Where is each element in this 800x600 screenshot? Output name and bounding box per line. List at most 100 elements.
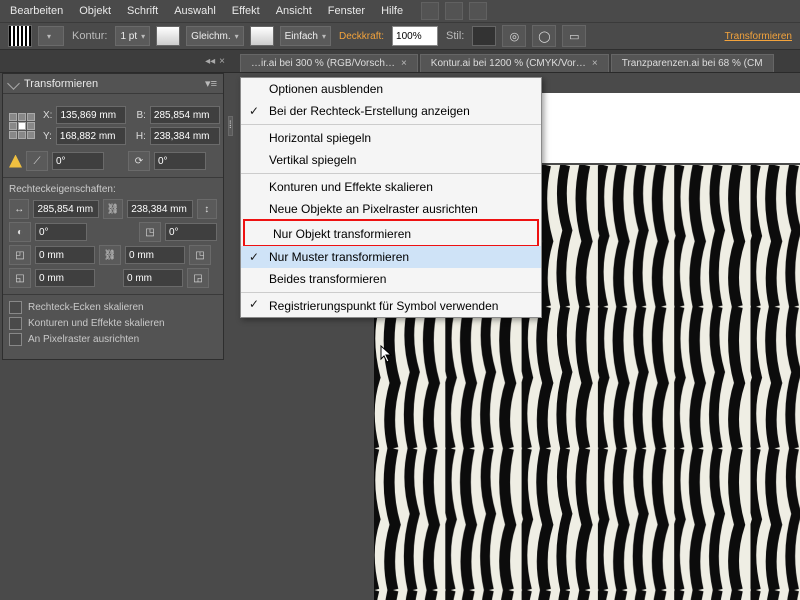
tab-doc-1[interactable]: …ir.ai bei 300 % (RGB/Vorsch… × xyxy=(240,54,418,72)
workspace-icons xyxy=(421,2,487,20)
corner-type-icon[interactable]: ◳ xyxy=(139,222,161,242)
menu-label: Registrierungspunkt für Symbol verwenden xyxy=(269,299,498,313)
constrain-proportions-icon[interactable]: ⁞ xyxy=(228,116,233,136)
stroke-width[interactable]: 1 pt xyxy=(115,26,150,46)
arrange-icon[interactable] xyxy=(445,2,463,20)
bridge-icon[interactable] xyxy=(421,2,439,20)
mouse-cursor-icon xyxy=(380,345,394,363)
opt-pixel-align[interactable]: An Pixelraster ausrichten xyxy=(9,333,217,346)
mi-scale-strokes[interactable]: Konturen und Effekte skalieren xyxy=(241,173,541,198)
transform-link[interactable]: Transformieren xyxy=(725,31,792,42)
check-icon: ✓ xyxy=(249,250,259,264)
check-icon: ✓ xyxy=(249,297,259,311)
menu-label: Konturen und Effekte skalieren xyxy=(269,180,433,194)
mi-flip-v[interactable]: Vertikal spiegeln xyxy=(241,149,541,171)
mi-flip-h[interactable]: Horizontal spiegeln xyxy=(241,124,541,149)
shear-field[interactable]: 0° xyxy=(52,152,104,170)
menu-hilfe[interactable]: Hilfe xyxy=(373,2,411,20)
align-icon[interactable]: ◎ xyxy=(502,25,526,47)
opacity-value[interactable]: 100% xyxy=(392,26,438,46)
x-field[interactable]: 135,869 mm xyxy=(56,106,126,124)
y-label: Y: xyxy=(43,131,52,142)
menu-label: Bei der Rechteck-Erstellung anzeigen xyxy=(269,104,470,118)
checkbox-label: An Pixelraster ausrichten xyxy=(28,334,139,345)
corner-bl-icon[interactable]: ◱ xyxy=(9,268,31,288)
transform-icon[interactable]: ▭ xyxy=(562,25,586,47)
menu-label: Beides transformieren xyxy=(269,272,386,286)
rect-angle-field[interactable]: 0° xyxy=(35,223,87,241)
mi-use-reg-point[interactable]: ✓ Registrierungspunkt für Symbol verwende… xyxy=(241,292,541,317)
style-swatch[interactable] xyxy=(472,26,496,46)
style-label: Stil: xyxy=(446,30,464,42)
menubar[interactable]: Bearbeiten Objekt Schrift Auswahl Effekt… xyxy=(0,0,800,23)
y-field[interactable]: 168,882 mm xyxy=(56,127,126,145)
menu-schrift[interactable]: Schrift xyxy=(119,2,166,20)
close-icon[interactable]: × xyxy=(592,58,598,69)
brush-swatch[interactable] xyxy=(156,26,180,46)
panel-collapse-icon[interactable]: ◂◂ xyxy=(205,56,215,72)
corner-br-field[interactable]: 0 mm xyxy=(123,269,183,287)
dash-profile-2[interactable]: Einfach xyxy=(280,26,331,46)
b-label: B: xyxy=(136,110,145,121)
opt-scale-strokes[interactable]: Konturen und Effekte skalieren xyxy=(9,317,217,330)
tab-label: …ir.ai bei 300 % (RGB/Vorsch… xyxy=(251,58,395,69)
menu-label: Neue Objekte an Pixelraster ausrichten xyxy=(269,202,478,216)
checkbox-label: Rechteck-Ecken skalieren xyxy=(28,302,144,313)
tab-doc-2[interactable]: Kontur.ai bei 1200 % (CMYK/Vor… × xyxy=(420,54,609,72)
corner-br-icon[interactable]: ◲ xyxy=(187,268,209,288)
checkbox-label: Konturen und Effekte skalieren xyxy=(28,318,165,329)
rect-props-header: Rechteckeigenschaften: xyxy=(9,184,217,195)
corner-tr-field[interactable]: 0 mm xyxy=(125,246,185,264)
shear-icon: ⟋ xyxy=(26,151,48,171)
menu-label: Optionen ausblenden xyxy=(269,82,383,96)
panel-flyout-icon[interactable]: ▾≡ xyxy=(205,77,217,90)
corner-bl-field[interactable]: 0 mm xyxy=(35,269,95,287)
rotate-icon: ⟳ xyxy=(128,151,150,171)
h-field[interactable]: 238,384 mm xyxy=(150,127,220,145)
rotate-field[interactable]: 0° xyxy=(154,152,206,170)
tab-label: Kontur.ai bei 1200 % (CMYK/Vor… xyxy=(431,58,586,69)
corner-tl-field[interactable]: 0 mm xyxy=(35,246,95,264)
close-icon[interactable]: × xyxy=(401,58,407,69)
brush-swatch-2[interactable] xyxy=(250,26,274,46)
corner-tr-icon[interactable]: ◳ xyxy=(189,245,211,265)
recolor-icon[interactable]: ◯ xyxy=(532,25,556,47)
opacity-label[interactable]: Deckkraft: xyxy=(339,31,384,42)
h-label: H: xyxy=(136,131,146,142)
rect-angle2-field[interactable]: 0° xyxy=(165,223,217,241)
mi-align-pixel[interactable]: Neue Objekte an Pixelraster ausrichten xyxy=(241,198,541,220)
panel-tab-transform[interactable]: Transformieren ▾≡ xyxy=(3,74,223,94)
mi-show-on-rect[interactable]: ✓Bei der Rechteck-Erstellung anzeigen xyxy=(241,100,541,122)
rect-h-field[interactable]: 238,384 mm xyxy=(127,200,192,218)
mi-transform-pattern-only[interactable]: ✓Nur Muster transformieren xyxy=(241,246,541,268)
link-wh-icon[interactable]: ⛓ xyxy=(103,199,123,219)
rect-w-field[interactable]: 285,854 mm xyxy=(33,200,98,218)
fill-menu[interactable] xyxy=(38,26,64,46)
warning-icon xyxy=(9,155,22,168)
sync-icon[interactable] xyxy=(469,2,487,20)
mi-hide-options[interactable]: Optionen ausblenden xyxy=(241,78,541,100)
mi-transform-both[interactable]: Beides transformieren xyxy=(241,268,541,290)
tab-doc-3[interactable]: Tranzparenzen.ai bei 68 % (CM xyxy=(611,54,774,72)
panel-close-icon[interactable]: × xyxy=(219,56,225,72)
fill-swatch[interactable] xyxy=(8,25,32,47)
reference-point[interactable] xyxy=(9,113,35,139)
link-corners-icon[interactable]: ⛓ xyxy=(99,245,121,265)
menu-effekt[interactable]: Effekt xyxy=(224,2,268,20)
menu-objekt[interactable]: Objekt xyxy=(71,2,119,20)
panel-title: Transformieren xyxy=(24,78,98,90)
tab-label: Tranzparenzen.ai bei 68 % (CM xyxy=(622,58,763,69)
menu-ansicht[interactable]: Ansicht xyxy=(268,2,320,20)
menu-auswahl[interactable]: Auswahl xyxy=(166,2,224,20)
corner-tl-icon[interactable]: ◰ xyxy=(9,245,31,265)
menu-bearbeiten[interactable]: Bearbeiten xyxy=(2,2,71,20)
mi-transform-object-only[interactable]: Nur Objekt transformieren xyxy=(243,219,539,247)
opt-scale-corners[interactable]: Rechteck-Ecken skalieren xyxy=(9,301,217,314)
b-field[interactable]: 285,854 mm xyxy=(150,106,220,124)
menu-fenster[interactable]: Fenster xyxy=(320,2,373,20)
menu-label: Horizontal spiegeln xyxy=(269,131,371,145)
dash-profile-1[interactable]: Gleichm. xyxy=(186,26,243,46)
menu-label: Vertikal spiegeln xyxy=(269,153,356,167)
control-bar: Kontur: 1 pt Gleichm. Einfach Deckkraft:… xyxy=(0,23,800,50)
rect-height-icon: ↕ xyxy=(197,199,217,219)
